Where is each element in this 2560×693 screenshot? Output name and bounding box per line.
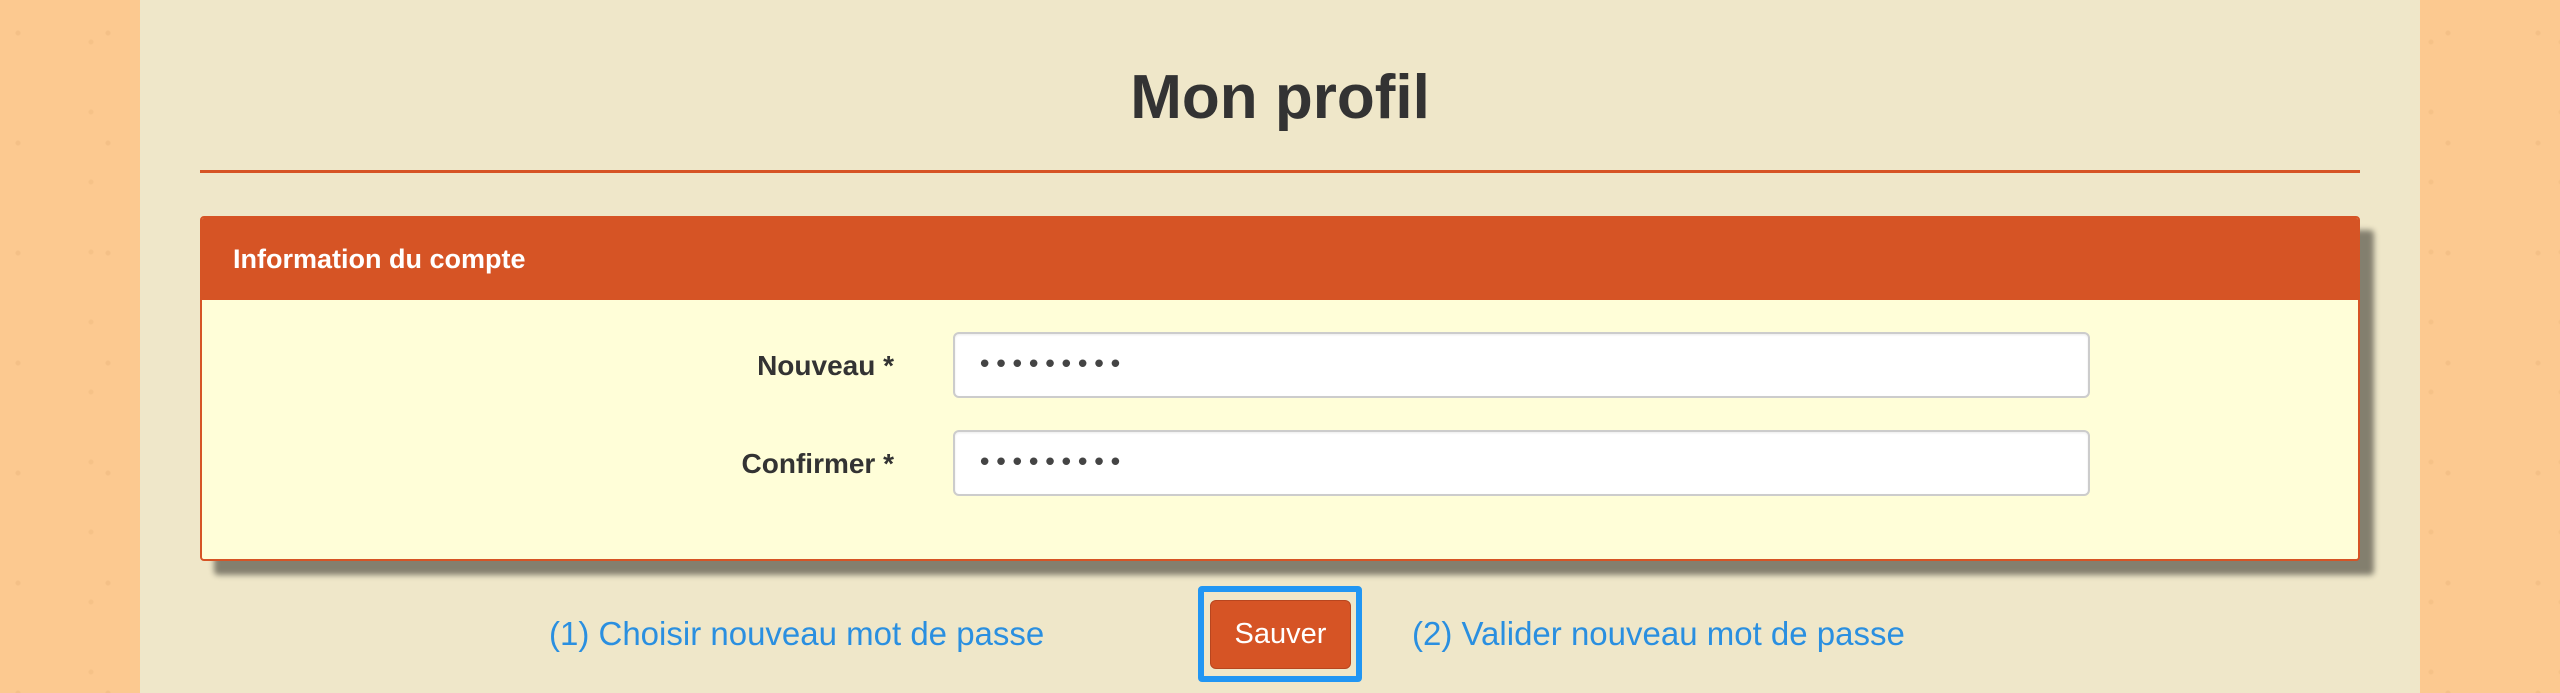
confirm-password-label: Confirmer * — [741, 448, 894, 479]
card-header: Information du compte — [202, 218, 2358, 300]
page-panel: Mon profil Information du compte Nouveau… — [140, 0, 2420, 693]
page-title: Mon profil — [1130, 63, 1430, 132]
hint-step-1: (1) Choisir nouveau mot de passe — [549, 615, 1045, 652]
confirm-password-input[interactable] — [953, 430, 2090, 496]
confirm-password-row: Confirmer * — [202, 430, 2358, 498]
save-button[interactable]: Sauver — [1210, 600, 1351, 669]
new-password-label: Nouveau * — [757, 350, 894, 381]
hint-step-2: (2) Valider nouveau mot de passe — [1412, 615, 1905, 652]
account-info-card: Information du compte Nouveau * Confirme… — [200, 216, 2360, 561]
new-password-input[interactable] — [953, 332, 2090, 398]
new-password-row: Nouveau * — [202, 332, 2358, 400]
title-divider — [200, 170, 2360, 173]
